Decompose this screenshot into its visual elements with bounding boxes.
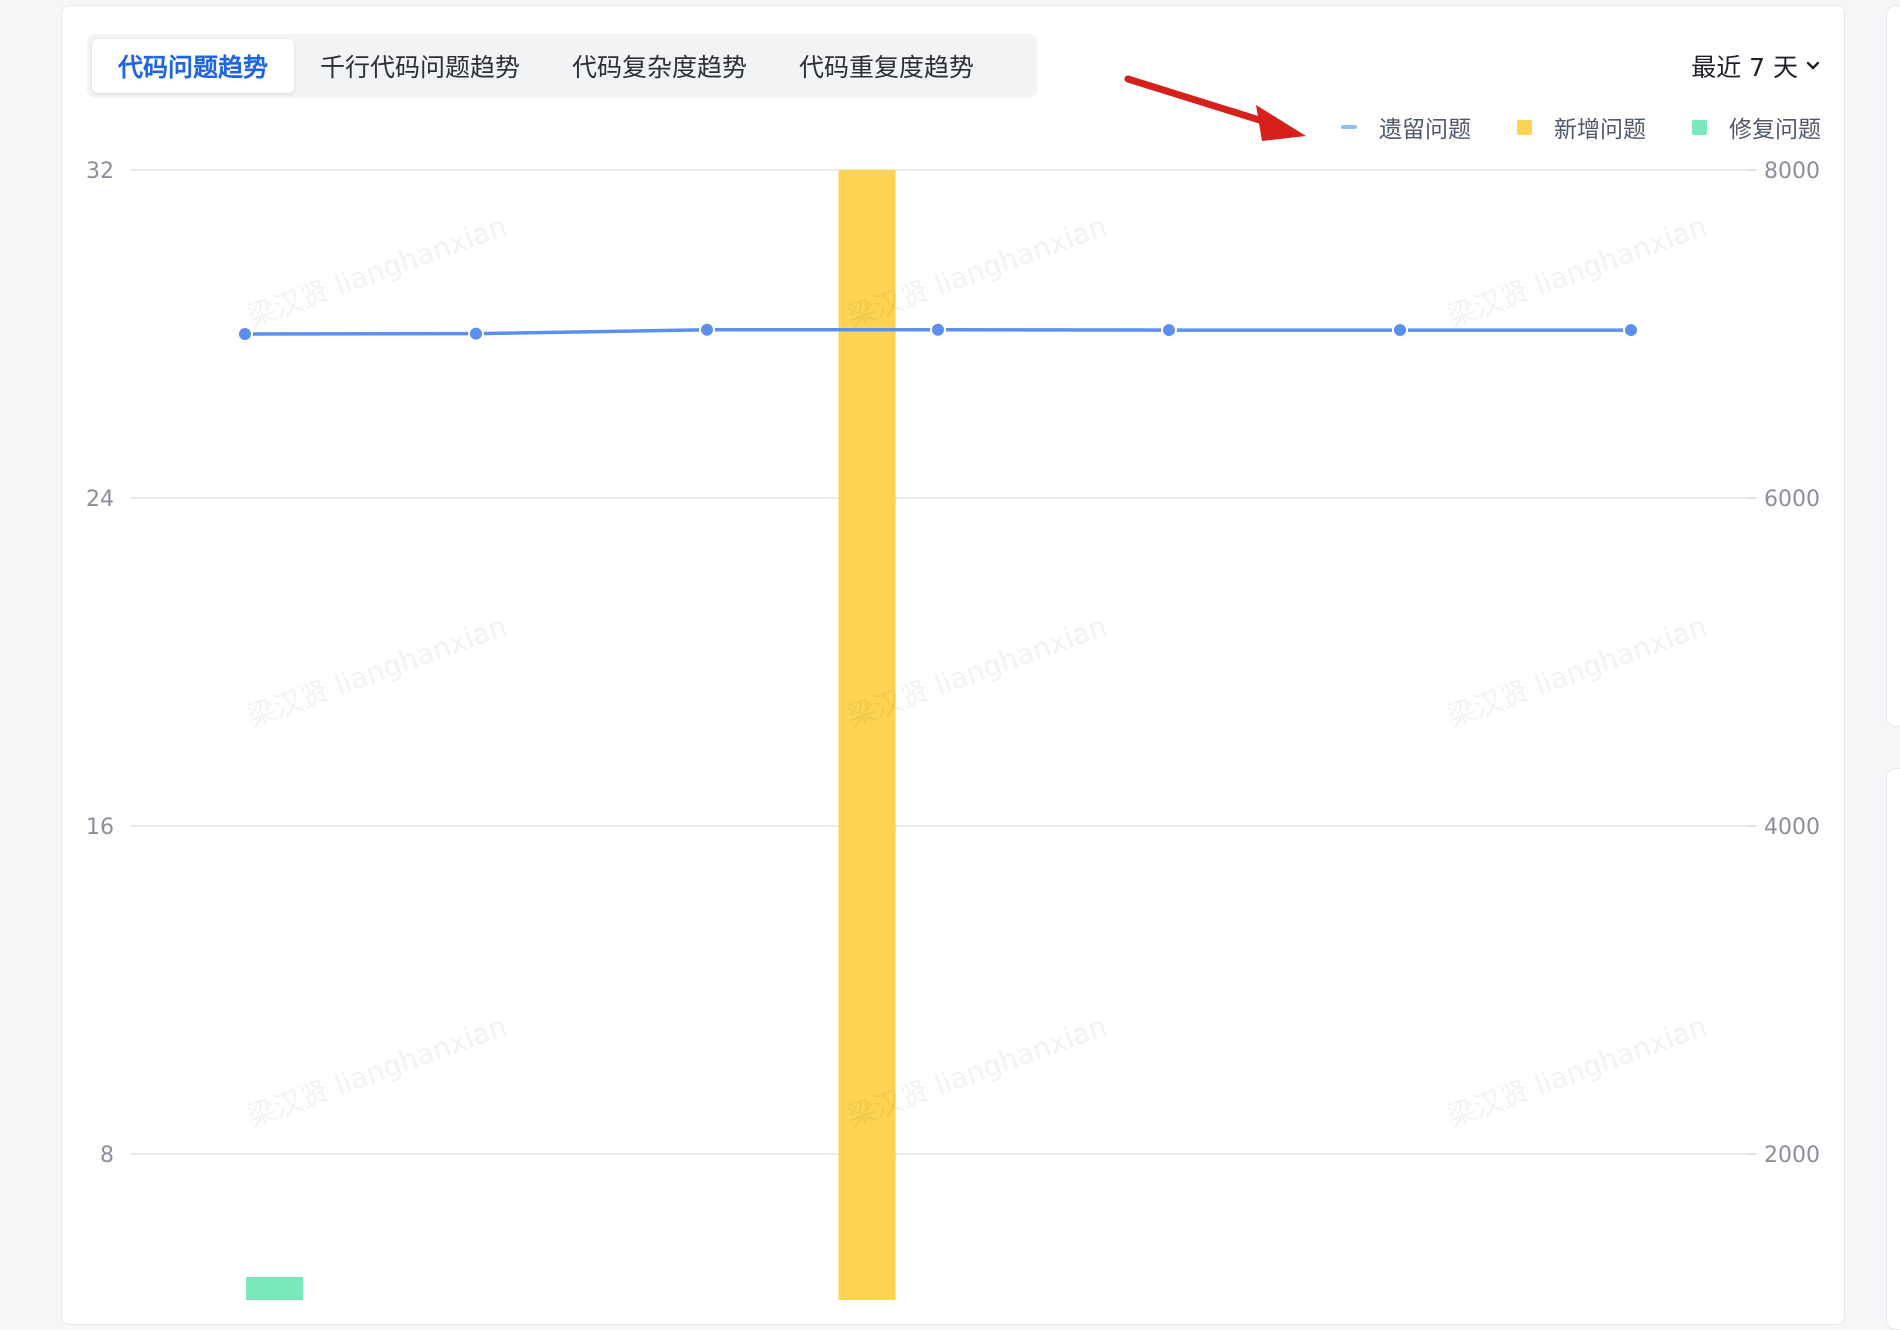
annotation-layer — [1124, 75, 1306, 141]
red-arrow-annotation — [1124, 75, 1306, 141]
